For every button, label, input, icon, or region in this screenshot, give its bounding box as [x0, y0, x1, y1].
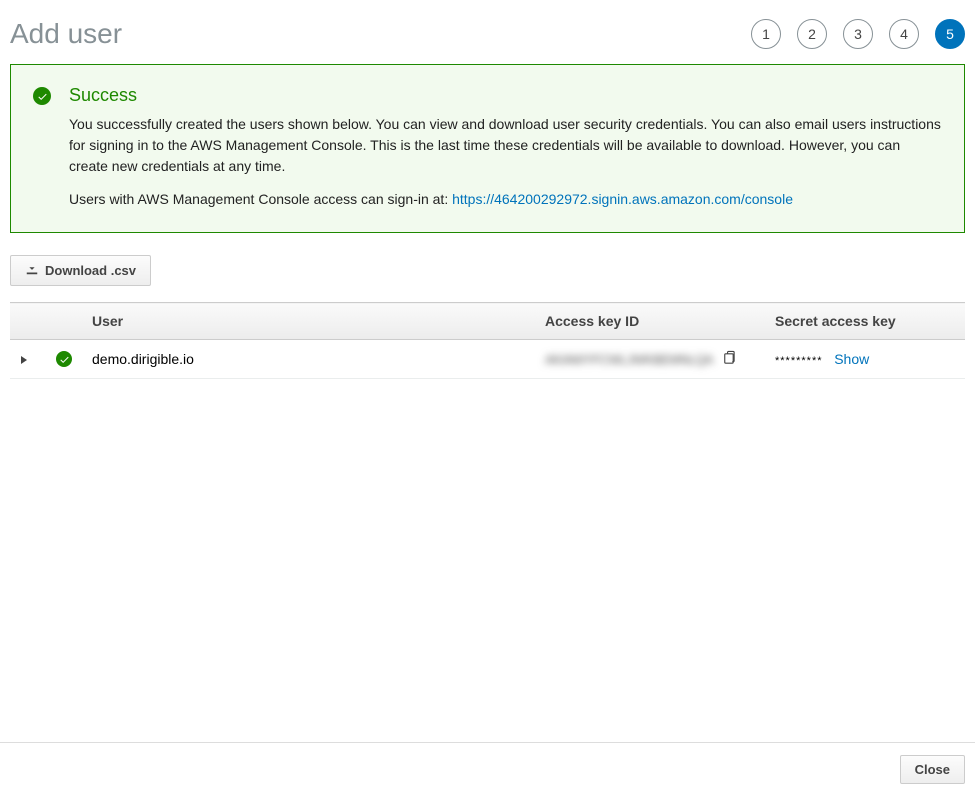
th-secret: Secret access key	[765, 303, 965, 340]
signin-url-link[interactable]: https://464200292972.signin.aws.amazon.c…	[452, 191, 793, 207]
download-icon	[25, 262, 39, 279]
alert-body-text-1: You successfully created the users shown…	[69, 114, 942, 177]
close-button[interactable]: Close	[900, 755, 965, 784]
row-success-icon	[56, 351, 72, 367]
alert-body-text-2: Users with AWS Management Console access…	[69, 189, 942, 210]
cell-access-key-id: AKIAWYFCWLJWKBEMNLQA	[545, 352, 713, 367]
page-title: Add user	[10, 18, 122, 50]
alert-title: Success	[69, 85, 942, 106]
users-table: User Access key ID Secret access key dem…	[10, 302, 965, 379]
footer: Close	[0, 742, 975, 796]
expand-row-toggle[interactable]	[20, 351, 28, 367]
table-row: demo.dirigible.io AKIAWYFCWLJWKBEMNLQA *…	[10, 340, 965, 379]
success-alert: Success You successfully created the use…	[10, 64, 965, 233]
step-4[interactable]: 4	[889, 19, 919, 49]
secret-mask: *********	[775, 355, 823, 367]
th-expand	[10, 303, 46, 340]
show-secret-link[interactable]: Show	[834, 351, 869, 367]
copy-access-key-icon[interactable]	[721, 350, 736, 368]
step-5[interactable]: 5	[935, 19, 965, 49]
cell-username: demo.dirigible.io	[82, 340, 535, 379]
step-3[interactable]: 3	[843, 19, 873, 49]
success-icon	[33, 87, 51, 210]
th-user: User	[82, 303, 535, 340]
step-1[interactable]: 1	[751, 19, 781, 49]
wizard-steps: 1 2 3 4 5	[751, 19, 965, 49]
step-2[interactable]: 2	[797, 19, 827, 49]
th-access-key-id: Access key ID	[535, 303, 765, 340]
download-csv-button[interactable]: Download .csv	[10, 255, 151, 286]
download-csv-label: Download .csv	[45, 263, 136, 278]
cell-secret: ********* Show	[765, 340, 965, 379]
alert-signin-prefix: Users with AWS Management Console access…	[69, 191, 452, 207]
th-status	[46, 303, 82, 340]
